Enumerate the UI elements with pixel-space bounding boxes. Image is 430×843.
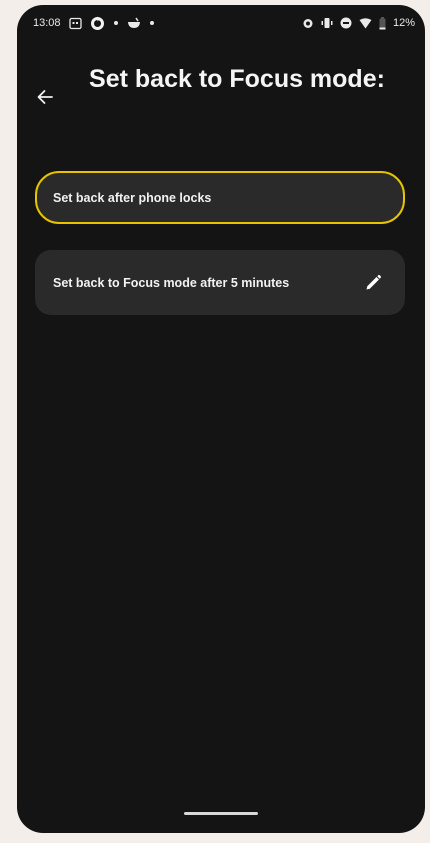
alarm-icon	[302, 17, 314, 29]
phone-screen: 13:08 12% Set back to Focus mode: Set ba…	[17, 5, 425, 833]
sync-icon	[90, 16, 105, 31]
option-label: Set back to Focus mode after 5 minutes	[53, 275, 290, 290]
pencil-icon	[364, 274, 382, 292]
status-time: 13:08	[33, 17, 61, 29]
status-bar-left: 13:08	[33, 16, 155, 31]
option-after-phone-locks[interactable]: Set back after phone locks	[35, 171, 405, 224]
page-title: Set back to Focus mode:	[89, 65, 385, 93]
battery-icon	[379, 16, 386, 30]
vibrate-icon	[321, 17, 333, 29]
option-label: Set back after phone locks	[53, 190, 212, 205]
dot-icon	[113, 20, 119, 26]
wifi-icon	[359, 17, 372, 29]
edit-button[interactable]	[359, 269, 387, 297]
arrow-left-icon	[36, 88, 54, 106]
bowl-icon	[127, 17, 141, 29]
header: Set back to Focus mode:	[17, 61, 425, 141]
status-bar: 13:08 12%	[17, 5, 425, 41]
dot-icon	[149, 20, 155, 26]
status-bar-right: 12%	[302, 16, 415, 30]
calendar-icon	[68, 17, 82, 30]
back-button[interactable]	[27, 79, 63, 115]
dnd-icon	[340, 17, 352, 29]
option-after-5-minutes[interactable]: Set back to Focus mode after 5 minutes	[35, 250, 405, 315]
navigation-handle[interactable]	[184, 812, 258, 815]
battery-percentage: 12%	[392, 17, 415, 29]
